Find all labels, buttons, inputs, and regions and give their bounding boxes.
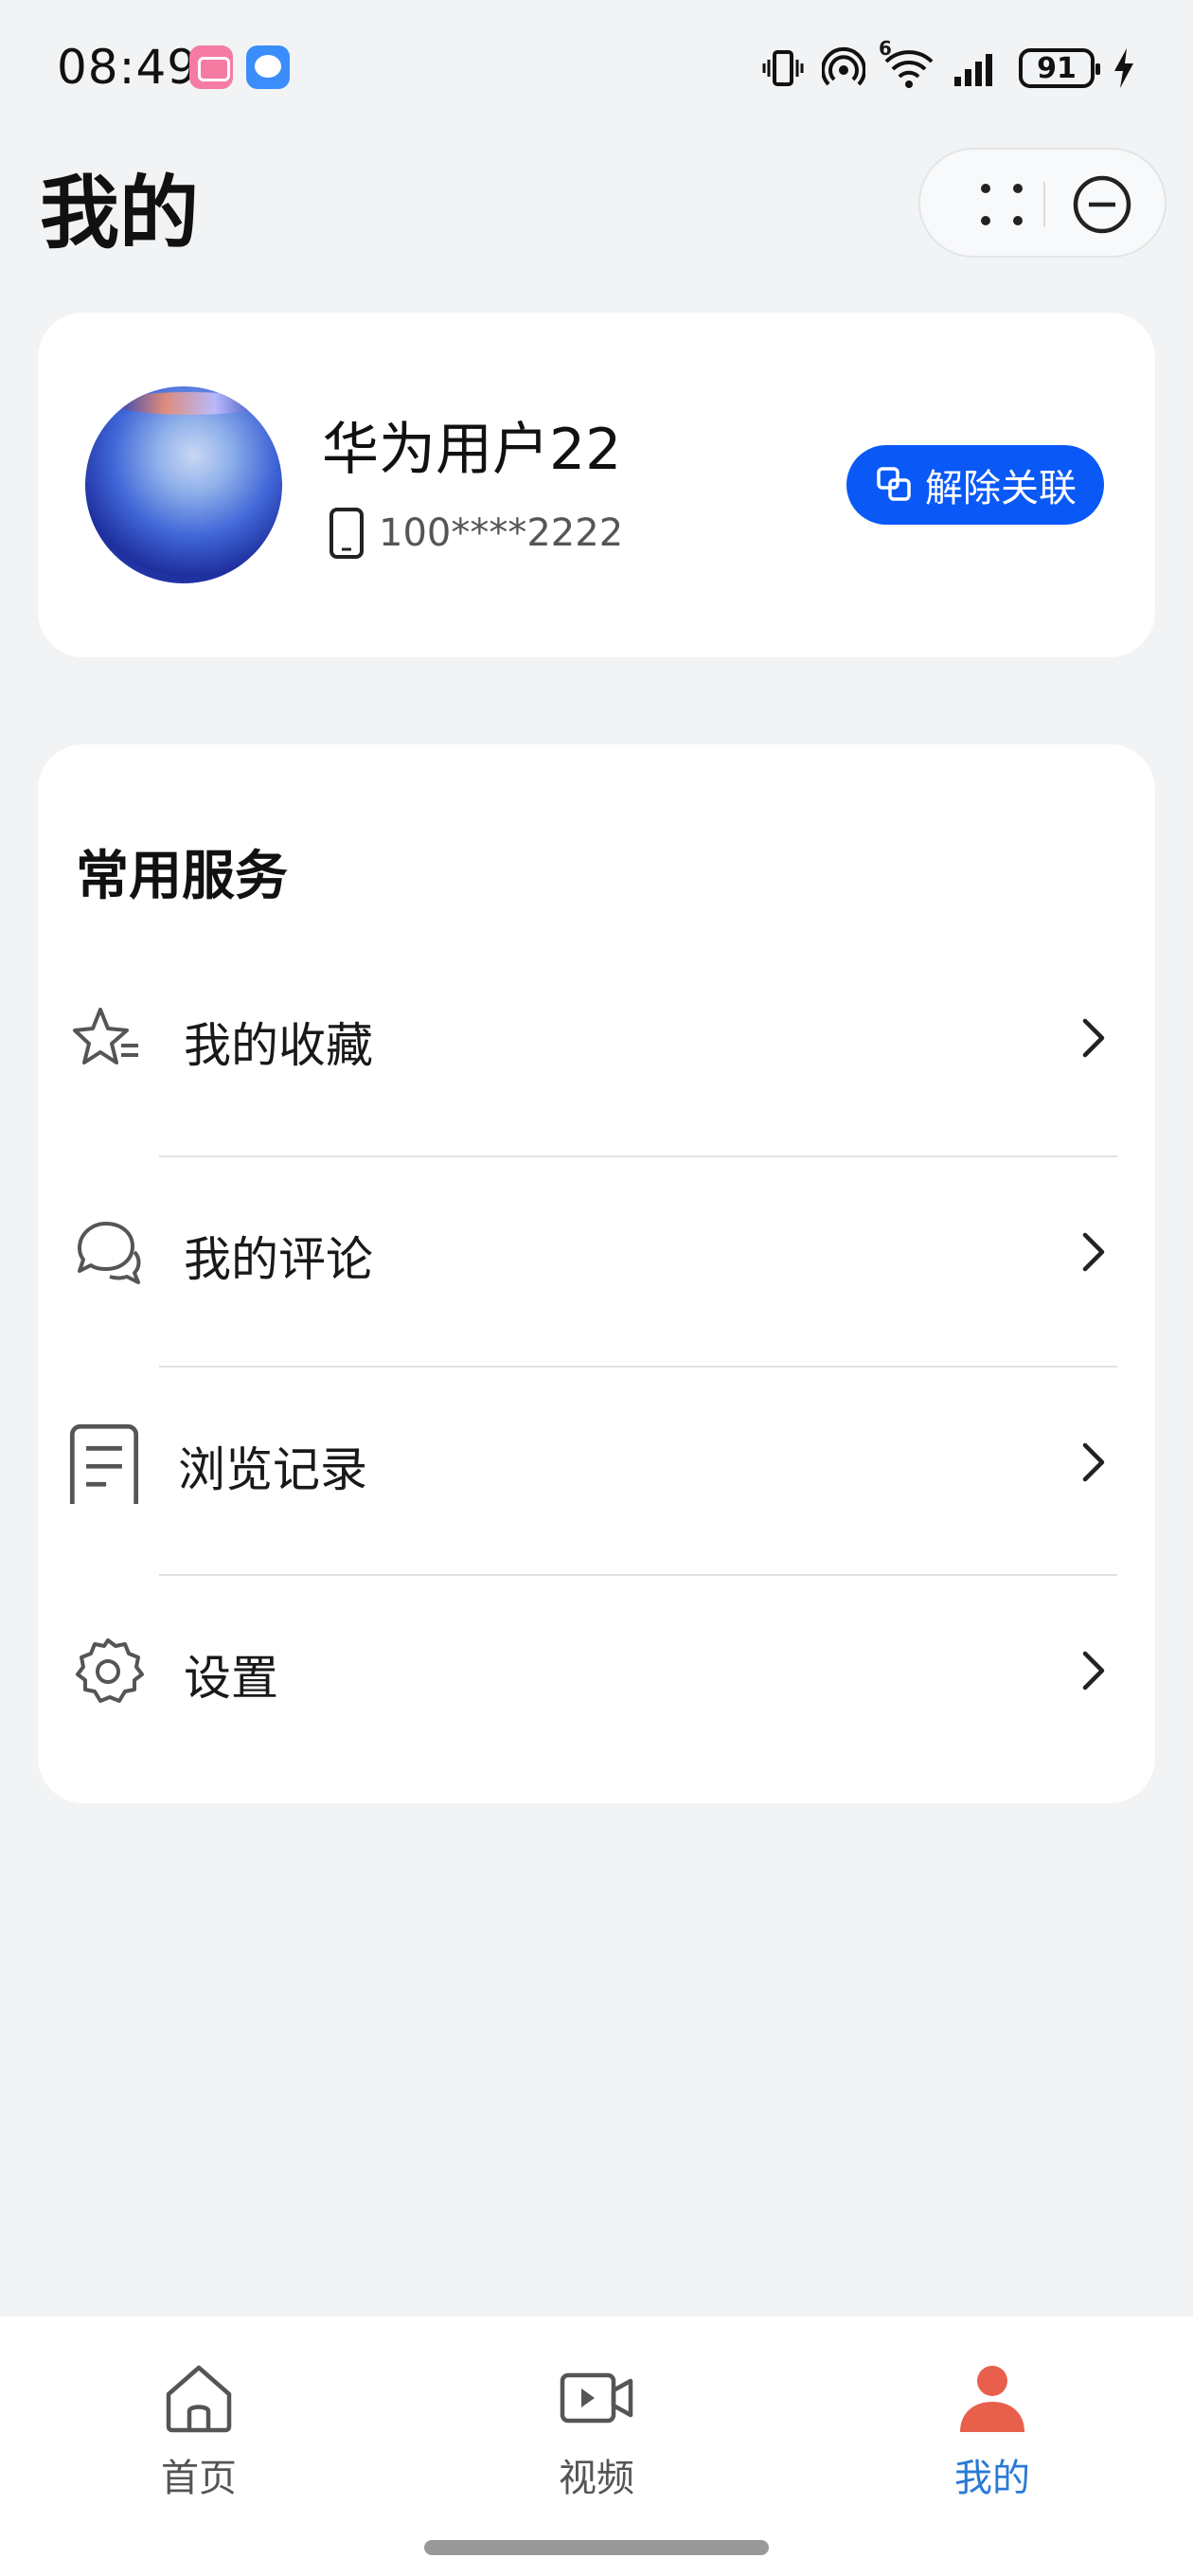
profile-card: 华为用户22 100****2222 解除关联 bbox=[38, 313, 1155, 657]
list-divider bbox=[159, 1155, 1117, 1157]
list-divider bbox=[159, 1574, 1117, 1576]
service-item-label: 我的收藏 bbox=[184, 1018, 373, 1073]
section-title: 常用服务 bbox=[76, 846, 288, 907]
phone-icon bbox=[329, 508, 364, 559]
unlink-button[interactable]: 解除关联 bbox=[846, 445, 1104, 525]
star-list-icon bbox=[73, 1008, 138, 1064]
service-item-label: 我的评论 bbox=[184, 1232, 373, 1287]
battery-level: 91 bbox=[1037, 51, 1077, 85]
chevron-right-icon bbox=[1082, 1651, 1105, 1690]
capsule-divider bbox=[1043, 182, 1045, 227]
close-icon[interactable] bbox=[1070, 172, 1134, 237]
battery-icon: 91 bbox=[1019, 48, 1100, 88]
status-bar: 08:49 6 91 bbox=[0, 0, 1193, 133]
charging-icon bbox=[1114, 48, 1133, 88]
chevron-right-icon bbox=[1082, 1232, 1105, 1272]
vibrate-icon bbox=[762, 50, 804, 86]
tab-home[interactable]: 首页 bbox=[95, 2335, 303, 2525]
more-icon[interactable] bbox=[968, 170, 1036, 239]
status-time: 08:49 bbox=[57, 40, 199, 95]
list-divider bbox=[159, 1366, 1117, 1368]
bilibili-icon bbox=[189, 45, 233, 89]
person-icon bbox=[960, 2366, 1024, 2432]
message-icon bbox=[246, 45, 290, 89]
tab-label: 首页 bbox=[161, 2457, 237, 2500]
tab-label: 我的 bbox=[954, 2457, 1030, 2500]
document-icon bbox=[69, 1423, 139, 1504]
status-icons: 6 91 bbox=[761, 37, 1136, 91]
home-icon bbox=[166, 2365, 232, 2433]
video-icon bbox=[560, 2372, 633, 2424]
avatar[interactable] bbox=[85, 386, 282, 583]
tab-video[interactable]: 视频 bbox=[492, 2335, 701, 2525]
phone-number: 100****2222 bbox=[379, 511, 624, 555]
comment-icon bbox=[78, 1222, 141, 1284]
unlink-icon bbox=[877, 467, 911, 501]
page: 08:49 6 91 我的 华为用户22 100****2222 解除关联 常用… bbox=[0, 0, 1193, 2576]
tab-mine[interactable]: 我的 bbox=[888, 2335, 1096, 2525]
service-item-label: 浏览记录 bbox=[178, 1442, 367, 1497]
wifi-icon: 6 bbox=[879, 37, 935, 90]
unlink-button-label: 解除关联 bbox=[925, 468, 1077, 510]
service-item-comments[interactable]: 我的评论 bbox=[38, 1193, 1155, 1307]
gear-icon bbox=[76, 1638, 144, 1703]
network-type-label: 6 bbox=[879, 37, 892, 60]
hotspot-icon bbox=[822, 46, 865, 86]
home-indicator[interactable] bbox=[424, 2540, 769, 2555]
page-title: 我的 bbox=[40, 167, 200, 259]
chevron-right-icon bbox=[1082, 1018, 1105, 1058]
tab-label: 视频 bbox=[559, 2457, 634, 2500]
chevron-right-icon bbox=[1082, 1442, 1105, 1482]
service-item-settings[interactable]: 设置 bbox=[38, 1612, 1155, 1726]
service-item-history[interactable]: 浏览记录 bbox=[38, 1404, 1155, 1517]
mini-program-capsule bbox=[918, 148, 1166, 258]
service-item-label: 设置 bbox=[184, 1651, 278, 1706]
user-name: 华为用户22 bbox=[322, 417, 622, 483]
services-card: 常用服务 我的收藏 我的评论 浏览记录 设置 bbox=[38, 744, 1155, 1803]
signal-icon bbox=[954, 54, 992, 86]
bottom-nav: 首页 视频 我的 bbox=[0, 2317, 1193, 2576]
service-item-favorites[interactable]: 我的收藏 bbox=[38, 979, 1155, 1093]
